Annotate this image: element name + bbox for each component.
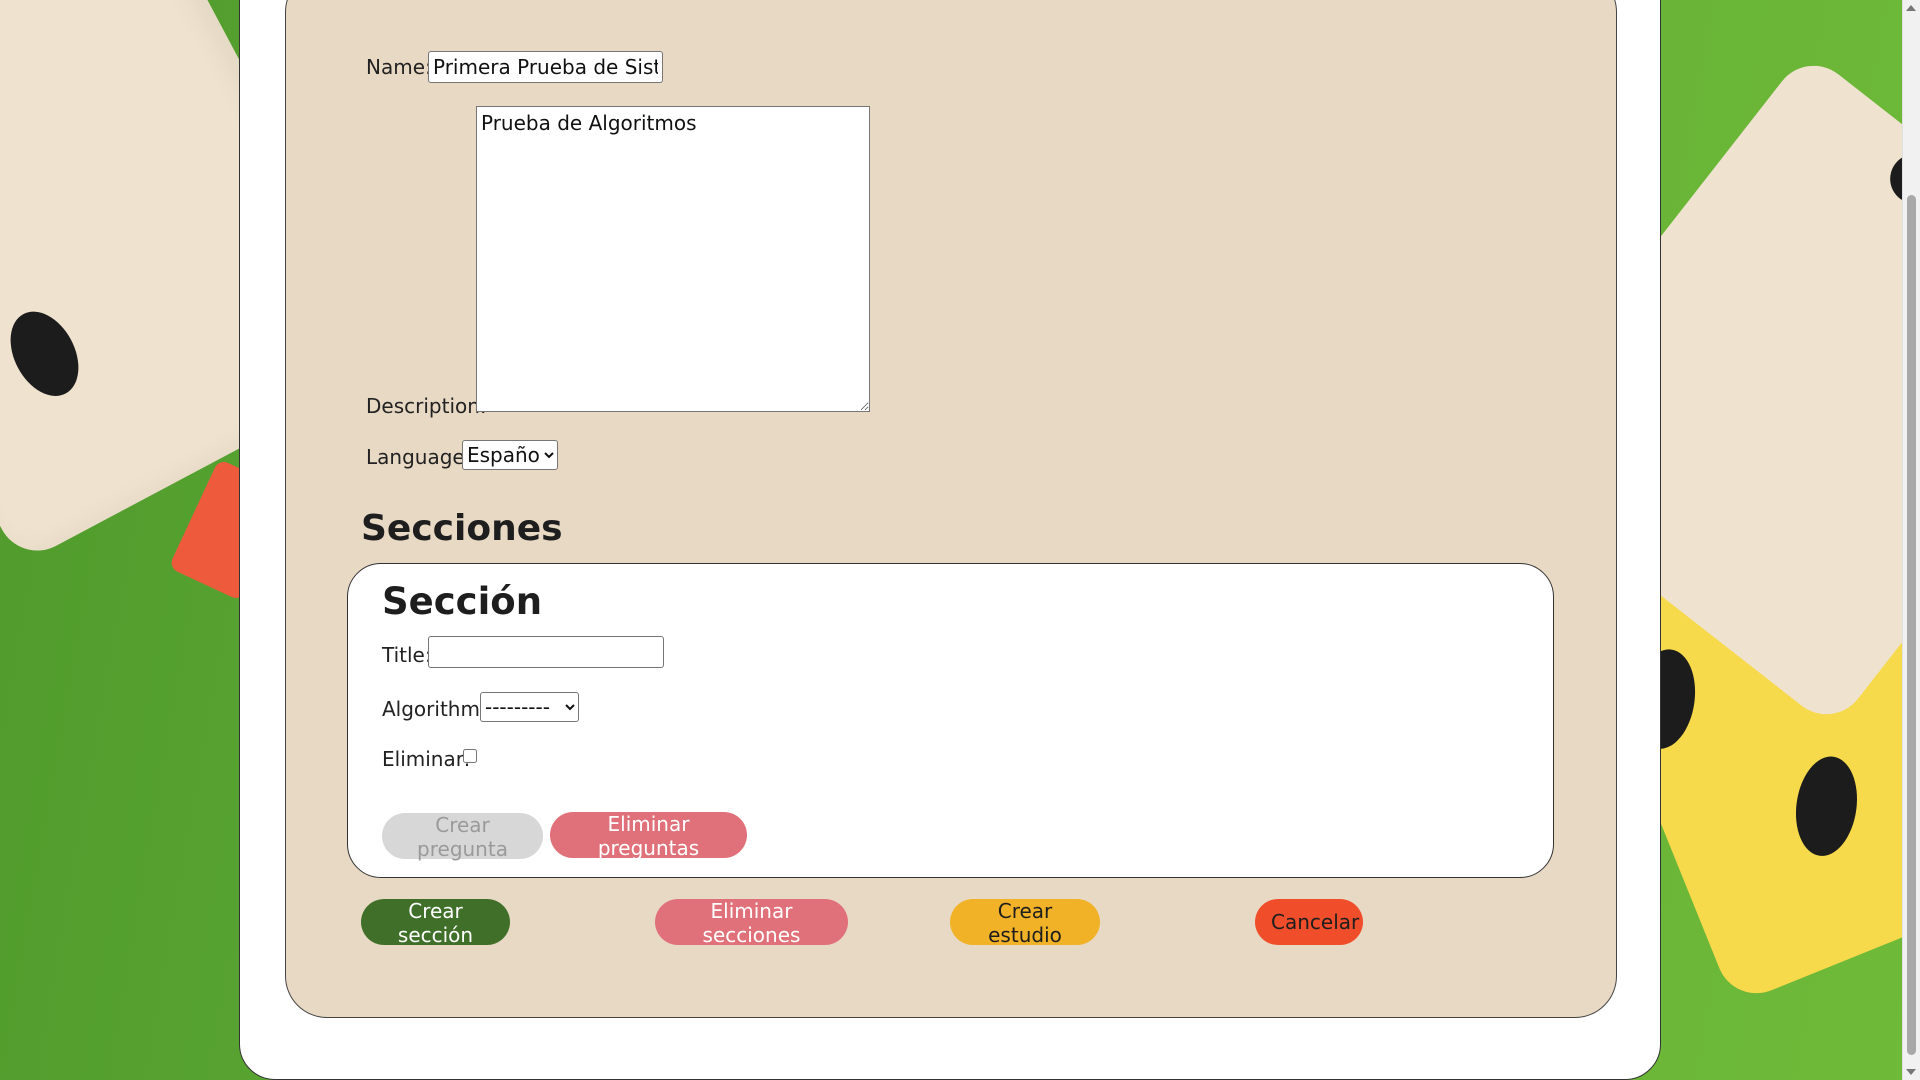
delete-section-label: Eliminar:	[382, 747, 471, 771]
algorithm-label: Algorithm:	[382, 697, 487, 721]
vertical-scrollbar[interactable]	[1902, 0, 1920, 1080]
name-input[interactable]	[428, 51, 663, 83]
cancel-button[interactable]: Cancelar	[1255, 899, 1363, 945]
scroll-up-icon[interactable]	[1906, 5, 1916, 11]
create-question-button[interactable]: Crear pregunta	[382, 813, 543, 861]
section-heading: Sección	[382, 580, 543, 623]
language-select[interactable]: Español	[462, 440, 558, 470]
delete-sections-button[interactable]: Eliminar secciones	[655, 899, 848, 947]
delete-section-checkbox[interactable]	[463, 749, 477, 763]
delete-questions-button[interactable]: Eliminar preguntas	[550, 812, 747, 860]
create-study-button[interactable]: Crear estudio	[950, 899, 1100, 947]
section-title-input[interactable]	[428, 636, 664, 668]
description-textarea[interactable]: Prueba de Algoritmos	[476, 106, 870, 412]
algorithm-select[interactable]: ---------	[480, 692, 579, 722]
language-label: Language:	[366, 445, 472, 469]
create-section-button[interactable]: Crear sección	[361, 899, 510, 947]
description-label: Description:	[366, 394, 487, 418]
scroll-thumb[interactable]	[1907, 195, 1916, 1055]
section-title-label: Title:	[382, 643, 432, 667]
name-label: Name:	[366, 55, 432, 79]
sections-heading: Secciones	[361, 508, 563, 549]
scroll-down-icon[interactable]	[1906, 1069, 1916, 1075]
